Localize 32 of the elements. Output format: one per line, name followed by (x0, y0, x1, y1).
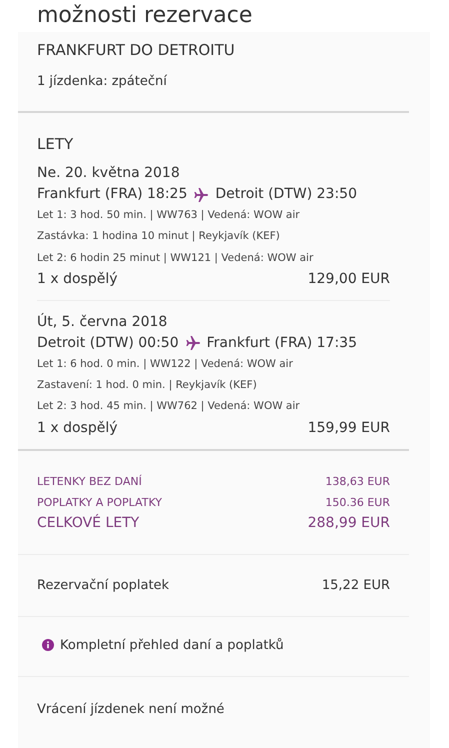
flight-detail: Let 1: 3 hod. 50 min. | WW763 | Vedená: WOW air (37, 208, 301, 223)
total-value: 150.36 EUR (325, 494, 390, 511)
route-title: FRANKFURT DO DETROITU (37, 40, 236, 60)
departure-text: Detroit (DTW) 00:50 (37, 334, 179, 353)
passenger-label: 1 x dospělý (37, 418, 118, 438)
ticket-info: 1 jízdenka: zpáteční (37, 73, 168, 91)
flight-detail: Zastavení: 1 hod. 0 min. | Reykjavík (KEF) (37, 378, 258, 394)
flight-detail: Let 2: 6 hodin 25 minut | WW121 | Vedená: WOW air (37, 250, 314, 266)
price-value: 159,99 EUR (308, 418, 390, 438)
flight-date: Út, 5. června 2018 (37, 312, 168, 332)
airplane-icon (193, 186, 210, 202)
total-value: 288,99 EUR (308, 514, 390, 533)
section-heading: LETY (37, 134, 74, 155)
arrival-text: Detroit (DTW) 23:50 (215, 185, 357, 204)
flight-date: Ne. 20. května 2018 (37, 164, 181, 183)
airplane-icon (184, 335, 201, 352)
price-value: 129,00 EUR (308, 270, 390, 289)
fee-value: 15,22 EUR (322, 576, 390, 595)
total-label: LETENKY BEZ DANÍ (37, 474, 142, 490)
total-label: POPLATKY A POPLATKY (37, 494, 162, 511)
flight-detail: Let 1: 6 hod. 0 min. | WW122 | Vedená: WOW air (37, 356, 294, 372)
departure-text: Frankfurt (FRA) 18:25 (37, 185, 188, 204)
fee-label: Rezervační poplatek (37, 576, 170, 595)
flight-detail: Let 2: 3 hod. 45 min. | WW762 | Vedená: WOW air (37, 399, 301, 414)
total-label: CELKOVÉ LETY (37, 513, 140, 533)
passenger-label: 1 x dospělý (37, 270, 118, 289)
info-icon (42, 639, 54, 652)
total-value: 138,63 EUR (325, 474, 390, 490)
tax-overview-link[interactable]: Kompletní přehled daní a poplatků (37, 616, 284, 676)
flight-detail: Zastávka: 1 hodina 10 minut | Reykjavík (KEF) (37, 229, 281, 244)
refund-note: Vrácení jízdenek není možné (37, 700, 226, 719)
arrival-text: Frankfurt (FRA) 17:35 (206, 334, 357, 353)
